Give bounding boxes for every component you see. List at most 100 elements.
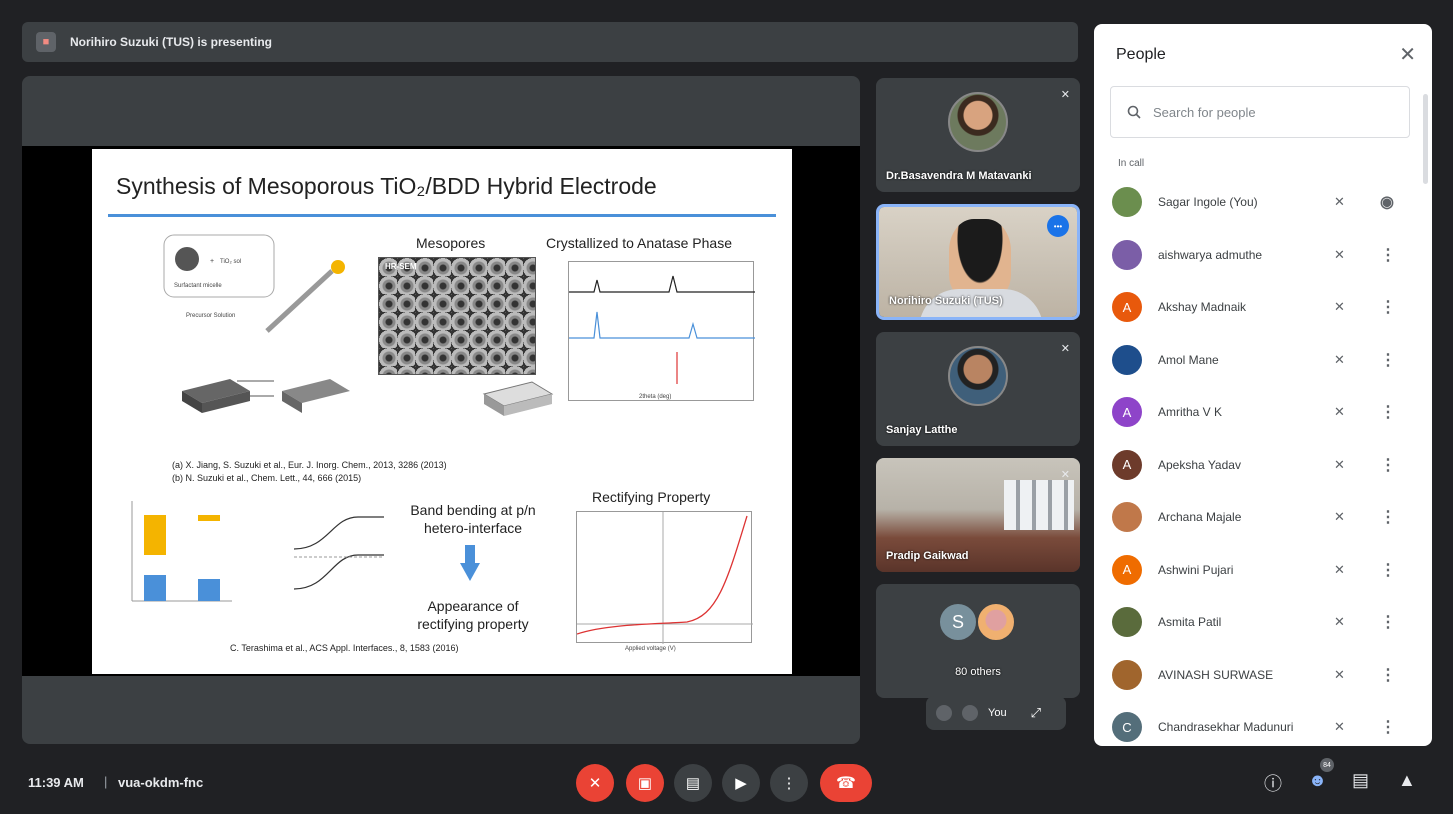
participant-row-name: Ashwini Pujari [1158,562,1234,577]
participant-name: Pradip Gaikwad [886,550,969,562]
activities-icon[interactable]: ▲ [1398,770,1416,791]
synthesis-schematic: Surfactant micelle + TiO₂ sol Precursor … [142,231,402,431]
search-box[interactable] [1110,86,1410,138]
participant-name: Sanjay Latthe [886,424,958,436]
mic-off-icon[interactable]: ✕ [1334,404,1345,420]
more-vert-icon[interactable]: ⋮ [1380,612,1396,632]
more-vert-icon[interactable]: ⋮ [1380,455,1396,475]
more-vert-icon[interactable]: ⋮ [1380,665,1396,685]
more-vert-icon[interactable]: ⋮ [1380,560,1396,580]
people-icon[interactable]: ☻ [1308,770,1327,791]
participant-avatar [948,346,1008,406]
participant-tile-1[interactable]: ✕ Dr.Basavendra M Matavanki [876,78,1080,192]
self-view-bar[interactable]: You ⤢ [926,696,1066,730]
more-vert-icon: ⋮ [781,775,797,792]
participant-row-name: Amol Mane [1158,352,1219,367]
camera-toggle-button[interactable]: ▣ [626,764,664,802]
more-options-icon[interactable]: ••• [1047,215,1069,237]
participant-tile-4[interactable]: ✕ Pradip Gaikwad [876,458,1080,572]
mic-off-icon[interactable]: ✕ [1334,299,1345,315]
more-vert-icon[interactable]: ◉ [1380,192,1394,212]
meeting-code: vua-okdm-fnc [118,775,204,790]
participant-row[interactable]: C Chandrasekhar Madunuri ✕ ⋮ [1094,701,1432,746]
participant-row-name: Archana Majale [1158,510,1242,525]
xrd-pattern: 2theta (deg) [568,261,755,401]
captions-icon: ▤ [685,775,701,792]
leave-call-button[interactable]: ☎ [820,764,872,802]
annealed-substrate-graphic [482,381,554,416]
mic-off-icon[interactable]: ✕ [1334,719,1345,735]
mic-off-icon[interactable]: ✕ [1334,614,1345,630]
mic-toggle-button[interactable]: ✕ [576,764,614,802]
avatar: A [1112,449,1142,480]
panel-title: People [1116,46,1166,63]
more-vert-icon[interactable]: ⋮ [1380,717,1396,737]
camera-off-icon[interactable] [962,705,978,721]
more-vert-icon[interactable]: ⋮ [1380,507,1396,527]
participant-name: Norihiro Suzuki (TUS) [889,295,1003,307]
more-vert-icon[interactable]: ⋮ [1380,297,1396,317]
more-vert-icon[interactable]: ⋮ [1380,245,1396,265]
participant-row[interactable]: Archana Majale ✕ ⋮ [1094,491,1432,544]
chat-icon[interactable]: ▤ [1352,770,1369,791]
more-vert-icon[interactable]: ⋮ [1380,350,1396,370]
xrd-x-label: 2theta (deg) [639,394,671,400]
more-options-button[interactable]: ⋮ [770,764,808,802]
participant-row-name: Sagar Ingole (You) [1158,195,1258,210]
mic-off-icon[interactable]: ✕ [1334,457,1345,473]
participant-tile-others[interactable]: S 80 others [876,584,1080,698]
precursor-label: Precursor Solution [186,313,235,319]
appearance-text: Appearance of rectifying property [417,598,529,632]
mic-off-icon[interactable]: ✕ [1334,352,1345,368]
participant-name: Dr.Basavendra M Matavanki [886,170,1032,182]
band-bending-text: Band bending at p/n hetero-interface [410,502,536,536]
presentation-stage[interactable]: Synthesis of Mesoporous TiO₂/BDD Hybrid … [22,76,860,744]
participant-row[interactable]: aishwarya admuthe ✕ ⋮ [1094,229,1432,282]
mesopores-label: Mesopores [416,235,486,251]
others-count: 80 others [955,666,1001,678]
participant-row[interactable]: AVINASH SURWASE ✕ ⋮ [1094,649,1432,702]
more-vert-icon[interactable]: ⋮ [1380,402,1396,422]
participant-tile-presenter[interactable]: ••• Norihiro Suzuki (TUS) [876,204,1080,320]
people-panel: People ✕ In call Sagar Ingole (You) ✕ ◉ ais… [1094,24,1432,746]
in-call-heading: In call [1118,158,1145,169]
participant-row[interactable]: Amol Mane ✕ ⋮ [1094,334,1432,387]
present-button[interactable]: ▶ [722,764,760,802]
info-icon[interactable]: ⓘ [1264,770,1282,796]
expand-icon[interactable]: ⤢ [1031,705,1041,721]
mic-off-icon[interactable]: ✕ [1334,194,1345,210]
room-windows [1004,480,1074,530]
participant-row[interactable]: A Akshay Madnaik ✕ ⋮ [1094,281,1432,334]
present-icon: ▶ [735,775,747,792]
close-icon[interactable]: ✕ [1399,42,1416,67]
participant-avatar [948,92,1008,152]
iv-x-label: Applied voltage (V) [625,646,676,652]
participant-row-name: Chandrasekhar Madunuri [1158,720,1294,735]
iv-curve: Applied voltage (V) [576,511,753,652]
mic-off-icon[interactable]: ✕ [1334,247,1345,263]
participant-row[interactable]: A Ashwini Pujari ✕ ⋮ [1094,544,1432,597]
avatar: A [1112,554,1142,585]
slide-title-divider [108,214,776,217]
participant-row[interactable]: Asmita Patil ✕ ⋮ [1094,596,1432,649]
panel-scrollbar[interactable] [1423,94,1428,184]
mic-off-icon[interactable]: ✕ [1334,667,1345,683]
sem-label: HR-SEM [385,262,417,271]
mic-off-icon[interactable]: ✕ [1334,562,1345,578]
mic-off-icon[interactable]: ✕ [1334,509,1345,525]
captions-button[interactable]: ▤ [674,764,712,802]
avatar [1112,344,1142,375]
self-label: You [988,707,1007,719]
participant-row[interactable]: A Amritha V K ✕ ⋮ [1094,386,1432,439]
participant-row-name: Apeksha Yadav [1158,457,1241,472]
search-input[interactable] [1153,104,1393,120]
down-arrow-icon [460,545,480,581]
avatar [1112,607,1142,638]
participant-row[interactable]: Sagar Ingole (You) ✕ ◉ [1094,176,1432,229]
avatar [1112,659,1142,690]
participant-row[interactable]: A Apeksha Yadav ✕ ⋮ [1094,439,1432,492]
iv-curve-graphic [576,512,753,644]
mic-off-icon[interactable] [936,705,952,721]
others-avatar-2 [976,602,1016,642]
participant-tile-3[interactable]: ✕ Sanjay Latthe [876,332,1080,446]
